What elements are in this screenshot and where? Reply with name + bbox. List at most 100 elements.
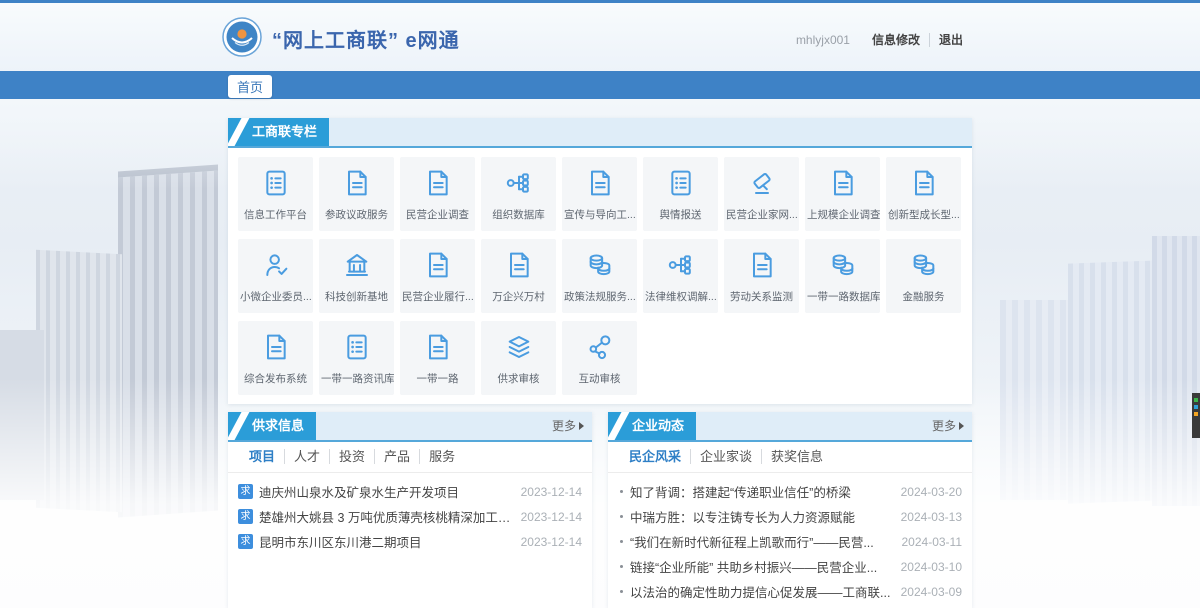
app-item-label: 舆情报送 xyxy=(643,207,718,222)
tab-private-enterprise[interactable]: 民企风采 xyxy=(620,449,690,464)
doc-icon xyxy=(908,167,940,199)
gavel-icon xyxy=(746,167,778,199)
bullet-icon xyxy=(620,515,623,518)
tab-talent[interactable]: 人才 xyxy=(284,449,329,464)
app-item[interactable]: 小微企业委员... xyxy=(238,239,313,313)
orgchart-icon xyxy=(503,167,535,199)
header: “网上工商联” e网通 mhlyjx001信息修改退出 xyxy=(0,3,1200,71)
app-item[interactable]: 劳动关系监测 xyxy=(724,239,799,313)
app-item[interactable]: 法律维权调解... xyxy=(643,239,718,313)
app-item[interactable]: 舆情报送 xyxy=(643,157,718,231)
bullet-icon xyxy=(620,540,623,543)
app-grid: 信息工作平台 参政议政服务 民营企业调查 组织数据库 宣传与导向工... 舆情报… xyxy=(228,148,972,404)
demand-badge: 求 xyxy=(238,509,253,524)
app-item[interactable]: 创新型成长型... xyxy=(886,157,961,231)
database-icon xyxy=(584,249,616,281)
news-more-link[interactable]: 更多 xyxy=(932,412,964,440)
app-item-label: 一带一路 xyxy=(400,371,475,386)
edge-widget[interactable] xyxy=(1192,393,1200,438)
bullet-icon xyxy=(620,590,623,593)
item-title: 迪庆州山泉水及矿泉水生产开发项目 xyxy=(259,482,513,501)
bank-icon xyxy=(341,249,373,281)
item-title: 昆明市东川区东川港二期项目 xyxy=(259,532,513,551)
app-item[interactable]: 科技创新基地 xyxy=(319,239,394,313)
app-item-label: 金融服务 xyxy=(886,289,961,304)
app-item-label: 民营企业履行... xyxy=(400,289,475,304)
app-item-label: 一带一路数据库 xyxy=(805,289,880,304)
app-item[interactable]: 一带一路数据库 xyxy=(805,239,880,313)
item-date: 2023-12-14 xyxy=(521,510,582,524)
app-item[interactable]: 供求审核 xyxy=(481,321,556,395)
supply-list: 求迪庆州山泉水及矿泉水生产开发项目2023-12-14 求楚雄州大姚县 3 万吨… xyxy=(228,473,592,554)
app-item-label: 互动审核 xyxy=(562,371,637,386)
app-item[interactable]: 一带一路资讯库 xyxy=(319,321,394,395)
panel-header: 供求信息 更多 xyxy=(228,412,592,442)
share-icon xyxy=(584,331,616,363)
supply-more-link[interactable]: 更多 xyxy=(552,412,584,440)
tab-award-info[interactable]: 获奖信息 xyxy=(761,449,832,464)
panel-header: 工商联专栏 xyxy=(228,118,972,148)
list-item[interactable]: 求昆明市东川区东川港二期项目 2023-12-14 xyxy=(238,529,582,554)
app-item-label: 综合发布系统 xyxy=(238,371,313,386)
list-item[interactable]: 知了背调：搭建起“传递职业信任”的桥梁2024-03-20 xyxy=(618,479,962,504)
app-item-label: 政策法规服务... xyxy=(562,289,637,304)
list-doc-icon xyxy=(341,331,373,363)
app-item[interactable]: 参政议政服务 xyxy=(319,157,394,231)
logout-link[interactable]: 退出 xyxy=(929,33,972,47)
app-item[interactable]: 互动审核 xyxy=(562,321,637,395)
item-title: 知了背调：搭建起“传递职业信任”的桥梁 xyxy=(630,482,893,501)
app-item[interactable]: 万企兴万村 xyxy=(481,239,556,313)
list-item[interactable]: 链接“企业所能” 共助乡村振兴——民营企业...2024-03-10 xyxy=(618,554,962,579)
supply-tabs: 项目人才投资产品服务 xyxy=(228,442,592,473)
tab-investment[interactable]: 投资 xyxy=(329,449,374,464)
bullet-icon xyxy=(620,565,623,568)
app-item[interactable]: 政策法规服务... xyxy=(562,239,637,313)
user-area: mhlyjx001 信息修改退出 xyxy=(796,31,972,48)
app-item[interactable]: 民营企业履行... xyxy=(400,239,475,313)
federation-column-panel: 工商联专栏 信息工作平台 参政议政服务 民营企业调查 组织数据库 宣传与导向工.… xyxy=(228,118,972,404)
app-item[interactable]: 信息工作平台 xyxy=(238,157,313,231)
app-item[interactable]: 宣传与导向工... xyxy=(562,157,637,231)
app-item[interactable]: 金融服务 xyxy=(886,239,961,313)
tab-product[interactable]: 产品 xyxy=(374,449,419,464)
edge-widget-dot xyxy=(1194,405,1198,409)
app-item[interactable]: 民营企业家网... xyxy=(724,157,799,231)
item-title: 以法治的确定性助力提信心促发展——工商联... xyxy=(630,582,893,601)
item-date: 2024-03-09 xyxy=(901,585,962,599)
news-tabs: 民企风采企业家谈获奖信息 xyxy=(608,442,972,473)
tab-project[interactable]: 项目 xyxy=(240,449,284,464)
tab-entrepreneur-talks[interactable]: 企业家谈 xyxy=(690,449,761,464)
doc-icon xyxy=(422,167,454,199)
doc-icon xyxy=(341,167,373,199)
panel-title: 企业动态 xyxy=(608,412,696,440)
app-item[interactable]: 一带一路 xyxy=(400,321,475,395)
demand-badge: 求 xyxy=(238,534,253,549)
list-item[interactable]: “我们在新时代新征程上凯歌而行”——民营...2024-03-11 xyxy=(618,529,962,554)
username: mhlyjx001 xyxy=(796,33,850,47)
list-item[interactable]: 求楚雄州大姚县 3 万吨优质薄壳核桃精深加工及科...2023-12-14 xyxy=(238,504,582,529)
list-item[interactable]: 中瑞方胜：以专注铸专长为人力资源赋能 2024-03-13 xyxy=(618,504,962,529)
app-item[interactable]: 综合发布系统 xyxy=(238,321,313,395)
item-title: “我们在新时代新征程上凯歌而行”——民营... xyxy=(630,532,894,551)
item-date: 2023-12-14 xyxy=(521,485,582,499)
tab-service[interactable]: 服务 xyxy=(419,449,464,464)
app-item-label: 万企兴万村 xyxy=(481,289,556,304)
app-item[interactable]: 组织数据库 xyxy=(481,157,556,231)
doc-icon xyxy=(584,167,616,199)
app-item[interactable]: 上规模企业调查 xyxy=(805,157,880,231)
doc-icon xyxy=(746,249,778,281)
panel-title: 供求信息 xyxy=(228,412,316,440)
page: “网上工商联” e网通 mhlyjx001信息修改退出 首页 工商联专栏 信息工… xyxy=(0,0,1200,608)
app-item[interactable]: 民营企业调查 xyxy=(400,157,475,231)
list-item[interactable]: 以法治的确定性助力提信心促发展——工商联... 2024-03-09 xyxy=(618,579,962,604)
app-item-label: 组织数据库 xyxy=(481,207,556,222)
item-date: 2023-12-14 xyxy=(521,535,582,549)
site-logo-icon xyxy=(222,17,262,57)
item-title: 中瑞方胜：以专注铸专长为人力资源赋能 xyxy=(630,507,893,526)
modify-info-link[interactable]: 信息修改 xyxy=(863,33,929,47)
item-date: 2024-03-13 xyxy=(901,510,962,524)
list-item[interactable]: 求迪庆州山泉水及矿泉水生产开发项目 2023-12-14 xyxy=(238,479,582,504)
home-nav-button[interactable]: 首页 xyxy=(228,75,272,98)
demand-badge: 求 xyxy=(238,484,253,499)
app-item-label: 参政议政服务 xyxy=(319,207,394,222)
